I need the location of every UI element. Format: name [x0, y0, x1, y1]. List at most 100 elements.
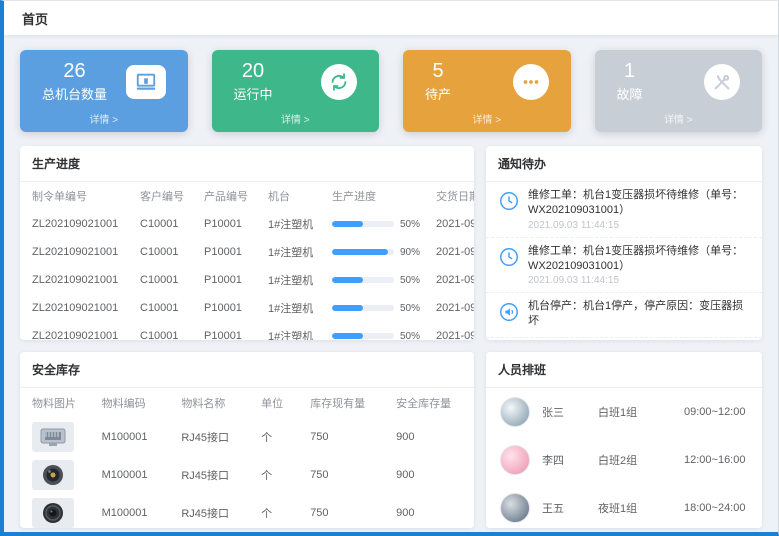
person-name: 王五 [542, 500, 586, 516]
person-time: 18:00~24:00 [684, 502, 745, 514]
stat-card-fault[interactable]: 1 故障 详情 > [595, 50, 763, 132]
inventory-row: M100001 RJ45接口 个 750 900 [20, 494, 474, 528]
material-name: RJ45接口 [173, 494, 253, 528]
card-nums: 1 故障 [617, 60, 643, 103]
progress-label: 50% [400, 219, 420, 230]
col-unit: 单位 [253, 388, 302, 418]
stat-card-pending[interactable]: 5 待产 详情 > [403, 50, 571, 132]
on-hand-qty: 750 [302, 418, 388, 456]
order-no: ZL202109021001 [20, 322, 132, 340]
notice-body: 维修工单：机台1变压器损坏待维修（单号：WX202109031001） 2021… [528, 244, 750, 287]
production-row: ZL202109021001 C10001 P10001 1#注塑机 50% 2… [20, 266, 474, 294]
customer-no: C10001 [132, 294, 196, 322]
inventory-table: 物料图片 物料编码 物料名称 单位 库存现有量 安全库存量 [20, 388, 474, 528]
content-area: 26 总机台数量 详情 > 20 运行中 [4, 36, 778, 528]
clock-icon [498, 190, 520, 212]
progress-label: 90% [400, 247, 420, 258]
col-on-hand: 库存现有量 [302, 388, 388, 418]
dashboard-root: 首页 26 总机台数量 详情 > 20 [0, 0, 779, 536]
production-row: ZL202109021001 C10001 P10001 1#注塑机 90% 2… [20, 238, 474, 266]
customer-no: C10001 [132, 266, 196, 294]
speaker-photo [32, 498, 74, 528]
person-time: 12:00~16:00 [684, 454, 745, 466]
fault-value: 1 [617, 60, 643, 82]
machine-icon [126, 65, 166, 99]
progress-bar: 50% [332, 303, 420, 314]
unit: 个 [253, 494, 302, 528]
inventory-row: M100001 RJ45接口 个 750 900 [20, 456, 474, 494]
delivery-date: 2021-09-10 [428, 266, 474, 294]
order-no: ZL202109021001 [20, 266, 132, 294]
production-header-row: 制令单编号 客户编号 产品编号 机台 生产进度 交货日期 [20, 182, 474, 210]
notifications-title: 通知待办 [486, 146, 762, 182]
total-machines-detail-link[interactable]: 详情 > [34, 111, 174, 126]
notice-body: 维修工单：机台1变压器损坏待维修（单号：WX202109031001） 2021… [528, 188, 750, 231]
person-name: 李四 [542, 452, 586, 468]
notification-text: 维修工单：机台1变压器损坏待维修（单号：WX202109031001） [528, 244, 750, 274]
col-safety-qty: 安全库存量 [388, 388, 474, 418]
col-delivery-date: 交货日期 [428, 182, 474, 210]
clock-icon [498, 246, 520, 268]
notifications-panel: 通知待办 维修工单：机台1变压器损坏待维修（单号：WX202109031001）… [486, 146, 762, 340]
order-no: ZL202109021001 [20, 210, 132, 238]
avatar [500, 445, 530, 475]
running-detail-link[interactable]: 详情 > [226, 111, 366, 126]
stat-card-total-machines[interactable]: 26 总机台数量 详情 > [20, 50, 188, 132]
fault-detail-link[interactable]: 详情 > [609, 111, 749, 126]
material-code: M100001 [94, 418, 174, 456]
material-code: M100001 [94, 456, 174, 494]
page-title[interactable]: 首页 [22, 9, 48, 28]
notification-item[interactable]: 维修工单：机台1变压器损坏待维修（单号：WX202109031001） 2021… [486, 182, 762, 238]
col-order-no: 制令单编号 [20, 182, 132, 210]
person-time: 09:00~12:00 [684, 406, 745, 418]
on-hand-qty: 750 [302, 456, 388, 494]
running-value: 20 [234, 60, 273, 82]
inventory-header-row: 物料图片 物料编码 物料名称 单位 库存现有量 安全库存量 [20, 388, 474, 418]
ellipsis-icon [513, 64, 549, 100]
production-row: ZL202109021001 C10001 P10001 1#注塑机 50% 2… [20, 210, 474, 238]
on-hand-qty: 750 [302, 494, 388, 528]
stat-cards: 26 总机台数量 详情 > 20 运行中 [20, 50, 762, 132]
card-main: 26 总机台数量 [34, 60, 174, 103]
production-table: 制令单编号 客户编号 产品编号 机台 生产进度 交货日期 ZL202109021… [20, 182, 474, 340]
progress-label: 50% [400, 331, 420, 341]
delivery-date: 2021-09-10 [428, 322, 474, 340]
pending-detail-link[interactable]: 详情 > [417, 111, 557, 126]
notification-time: 2021.09.03 11:44:15 [528, 220, 750, 231]
total-machines-label: 总机台数量 [42, 84, 107, 103]
notification-item[interactable]: 计划暂停：机台1生产计划已暂停 2021.09.03 11:44:15 [486, 338, 762, 340]
product-no: P10001 [196, 322, 260, 340]
stat-card-running[interactable]: 20 运行中 详情 > [212, 50, 380, 132]
product-no: P10001 [196, 210, 260, 238]
refresh-icon [321, 64, 357, 100]
production-progress-panel: 生产进度 制令单编号 客户编号 产品编号 机台 生产进度 交货日期 [20, 146, 474, 340]
total-machines-value: 26 [42, 60, 107, 82]
order-no: ZL202109021001 [20, 294, 132, 322]
inventory-row: M100001 RJ45接口 个 750 900 [20, 418, 474, 456]
card-main: 1 故障 [609, 60, 749, 103]
col-customer-no: 客户编号 [132, 182, 196, 210]
customer-no: C10001 [132, 210, 196, 238]
unit: 个 [253, 456, 302, 494]
product-no: P10001 [196, 266, 260, 294]
notification-time: 2021.09.03 11:44:15 [528, 275, 750, 286]
safety-qty: 900 [388, 456, 474, 494]
customer-no: C10001 [132, 238, 196, 266]
machine: 1#注塑机 [260, 210, 324, 238]
progress-label: 50% [400, 275, 420, 286]
notification-item[interactable]: 维修工单：机台1变压器损坏待维修（单号：WX202109031001） 2021… [486, 238, 762, 294]
personnel-schedule-title: 人员排班 [486, 352, 762, 388]
notice-body: 机台停产：机台1停产，停产原因：变压器损坏 [528, 299, 750, 331]
safety-inventory-panel: 安全库存 物料图片 物料编码 物料名称 单位 库存现有量 安全库存量 [20, 352, 474, 528]
card-nums: 20 运行中 [234, 60, 273, 103]
order-no: ZL202109021001 [20, 238, 132, 266]
col-material-code: 物料编码 [94, 388, 174, 418]
main-grid: 生产进度 制令单编号 客户编号 产品编号 机台 生产进度 交货日期 [20, 146, 762, 528]
page-header: 首页 [4, 1, 778, 36]
product-no: P10001 [196, 238, 260, 266]
fault-label: 故障 [617, 84, 643, 103]
card-main: 5 待产 [417, 60, 557, 103]
notification-item[interactable]: 机台停产：机台1停产，停产原因：变压器损坏 [486, 293, 762, 338]
personnel-schedule-panel: 人员排班 张三 白班1组 09:00~12:00 李四 白班2组 12:00~1… [486, 352, 762, 528]
material-code: M100001 [94, 494, 174, 528]
